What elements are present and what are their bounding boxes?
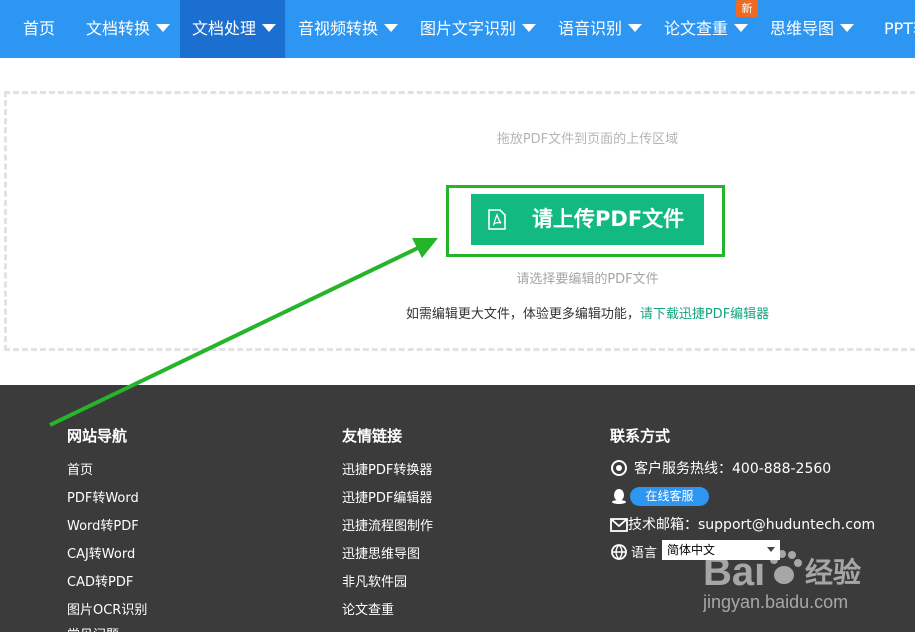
drop-hint: 拖放PDF文件到页面的上传区域 [496,132,679,147]
headset-icon [611,460,627,476]
footer-friend-title: 友情链接 [342,427,403,445]
nav-av-convert[interactable]: 音视频转换 [298,0,399,58]
new-badge: 新 [736,0,758,17]
nav-paper-check-label: 论文查重 [664,19,729,38]
nav-av-convert-label: 音视频转换 [298,19,379,38]
footer-nav-link[interactable]: 首页 [67,459,93,478]
nav-doc-convert-label: 文档转换 [86,19,151,38]
nav-doc-process-label: 文档处理 [192,19,257,38]
mail-icon [610,518,628,532]
friend-link[interactable]: 迅捷PDF编辑器 [342,487,432,506]
upload-button-label: 请上传PDF文件 [532,207,685,231]
friend-link[interactable]: 迅捷思维导图 [342,543,420,562]
footer-nav-title: 网站导航 [67,427,128,445]
watermark-brand: Bai [703,550,765,594]
more-features-text: 如需编辑更大文件，体验更多编辑功能， [405,307,640,322]
watermark-brand-cn: 经验 [805,556,861,589]
chevron-down-icon [734,24,749,32]
footer-nav-link[interactable]: Word转PDF [67,515,139,534]
more-features-line: 如需编辑更大文件，体验更多编辑功能，请下载迅捷PDF编辑器 [0,303,915,322]
online-service-button[interactable]: 在线客服 [630,487,709,506]
nav-ppt-label: PPT转 [884,19,915,38]
nav-mindmap[interactable]: 思维导图 [770,0,855,58]
friend-link[interactable]: 论文查重 [342,599,394,618]
nav-speech[interactable]: 语音识别 [558,0,643,58]
chevron-down-icon [522,24,537,32]
footer-nav-link[interactable]: CAD转PDF [67,571,133,590]
footer-contact-title: 联系方式 [610,427,671,445]
friend-link[interactable]: 迅捷流程图制作 [342,515,433,534]
download-editor-link[interactable]: 请下载迅捷PDF编辑器 [640,307,769,322]
top-nav: 首页 文档转换 文档处理 音视频转换 图片文字识别 语音识别 论文查重 新 思维… [0,0,915,58]
nav-speech-label: 语音识别 [558,19,623,38]
nav-home[interactable]: 首页 [0,0,78,58]
watermark-url: jingyan.baidu.com [703,592,848,612]
footer-nav-link[interactable]: PDF转Word [67,487,139,506]
globe-icon [611,544,627,560]
baidu-jingyan-watermark: Bai 经验 jingyan.baidu.com [703,550,861,612]
chevron-down-icon [384,24,399,32]
chevron-down-icon [262,24,277,32]
footer-nav-link[interactable]: CAJ转Word [67,543,135,562]
footer-nav-link[interactable]: 图片OCR识别 [67,599,147,618]
footer-nav-link[interactable]: 常见问题 [67,624,119,643]
select-file-hint: 请选择要编辑的PDF文件 [516,272,659,287]
chevron-down-icon [628,24,643,32]
nav-mindmap-label: 思维导图 [770,19,835,38]
language-label: 语言 [631,546,658,561]
nav-ppt[interactable]: PPT转 [884,0,915,58]
chevron-down-icon [156,24,171,32]
nav-doc-convert[interactable]: 文档转换 [86,0,171,58]
hotline-text: 客户服务热线：400-888-2560 [634,461,832,477]
paw-icon [770,550,802,584]
chevron-down-icon [840,24,855,32]
nav-home-label: 首页 [22,19,55,38]
nav-image-ocr-label: 图片文字识别 [420,19,517,38]
nav-image-ocr[interactable]: 图片文字识别 [420,0,537,58]
upload-pdf-button[interactable]: 请上传PDF文件 [471,194,704,245]
friend-link[interactable]: 非凡软件园 [342,571,407,590]
friend-link[interactable]: 迅捷PDF转换器 [342,459,432,478]
nav-doc-process[interactable]: 文档处理 [180,0,285,58]
qq-icon [612,489,626,504]
pdf-file-icon [488,209,506,230]
